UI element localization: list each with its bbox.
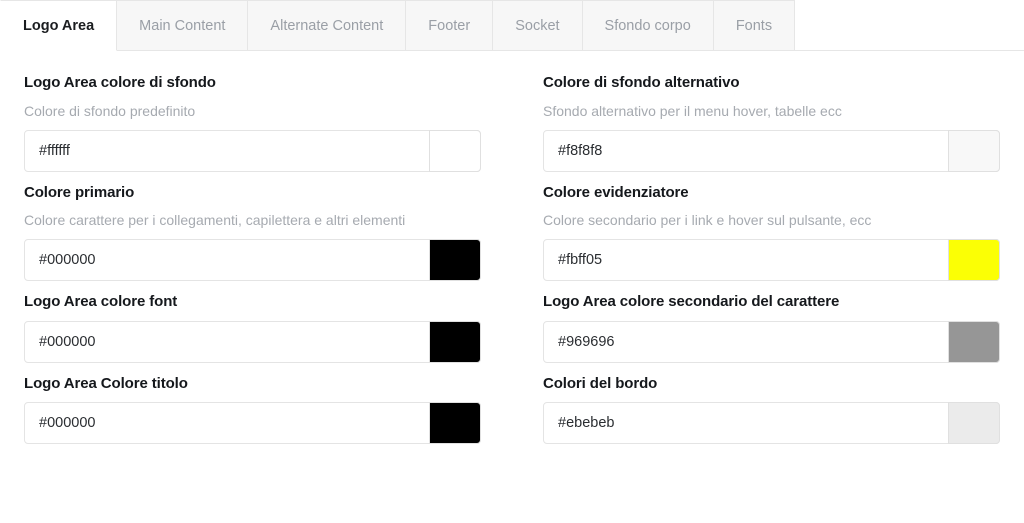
color-field-label: Logo Area colore secondario del caratter… (543, 293, 840, 311)
color-field-label: Logo Area colore di sfondo (24, 74, 216, 91)
color-field-description: Colore secondario per i link e hover sul… (543, 212, 872, 229)
tab-main-content[interactable]: Main Content (117, 0, 249, 51)
color-swatch-button[interactable] (429, 239, 481, 282)
tab-label: Socket (515, 17, 560, 34)
color-hex-input[interactable] (544, 403, 999, 444)
color-swatch-button[interactable] (948, 402, 1000, 445)
color-field: Logo Area colore secondario del caratter… (529, 292, 1014, 363)
color-swatch-button[interactable] (429, 402, 481, 445)
tab-label: Footer (428, 17, 471, 34)
color-field-label: Colore evidenziatore (543, 183, 689, 201)
left-settings-column: Logo Area colore di sfondo Colore di sfon… (10, 73, 495, 455)
color-input-group (543, 129, 1000, 172)
color-input-group (24, 239, 481, 282)
color-field-label: Logo Area colore font (24, 293, 178, 311)
tab-fonts[interactable]: Fonts (713, 0, 796, 51)
color-hex-input[interactable] (544, 240, 999, 281)
color-input-group (24, 129, 481, 172)
color-field: Logo Area colore di sfondo Colore di sfon… (10, 73, 495, 172)
tab-label: Alternate Content (270, 17, 384, 34)
tab-footer[interactable]: Footer (406, 0, 494, 51)
color-hex-input[interactable] (544, 130, 999, 171)
tab-logo-area[interactable]: Logo Area (0, 0, 118, 51)
color-input-group (24, 320, 481, 363)
color-hex-input[interactable] (544, 321, 999, 362)
color-settings-panel: Logo Area colore di sfondo Colore di sfon… (0, 51, 1024, 455)
color-field: Colori del bordo (529, 374, 1014, 445)
color-swatch-button[interactable] (948, 129, 1000, 172)
color-field-description: Sfondo alternativo per il menu hover, ta… (543, 102, 842, 119)
tab-sfondo-corpo[interactable]: Sfondo corpo (582, 0, 714, 51)
color-field-description: Colore carattere per i collegamenti, cap… (24, 212, 406, 229)
color-input-group (24, 402, 481, 445)
tab-label: Sfondo corpo (604, 17, 691, 34)
color-hex-input[interactable] (25, 403, 480, 444)
color-swatch-button[interactable] (948, 239, 1000, 282)
color-input-group (543, 320, 1000, 363)
tab-socket[interactable]: Socket (493, 0, 583, 51)
settings-tab-bar: Logo Area Main Content Alternate Content Fo… (0, 0, 1024, 51)
color-swatch-button[interactable] (429, 320, 481, 363)
color-field: Colore evidenziatore Colore secondario pe… (529, 183, 1014, 282)
color-field-label: Colore primario (24, 183, 135, 201)
tab-label: Main Content (139, 17, 226, 34)
tab-label: Fonts (735, 17, 773, 34)
tab-alternate-content[interactable]: Alternate Content (248, 0, 407, 51)
color-hex-input[interactable] (25, 240, 480, 281)
color-hex-input[interactable] (25, 321, 480, 362)
color-field-label: Logo Area Colore titolo (24, 374, 188, 392)
color-swatch-button[interactable] (429, 129, 481, 172)
color-field-label: Colori del bordo (543, 374, 658, 392)
color-hex-input[interactable] (25, 130, 480, 171)
tab-label: Logo Area (23, 17, 95, 34)
color-field: Logo Area Colore titolo (10, 374, 495, 445)
color-field: Colore di sfondo alternativo Sfondo alter… (529, 73, 1014, 172)
color-field: Colore primario Colore carattere per i co… (10, 183, 495, 282)
color-input-group (543, 239, 1000, 282)
color-swatch-button[interactable] (948, 320, 1000, 363)
color-field-label: Colore di sfondo alternativo (543, 74, 740, 91)
color-input-group (543, 402, 1000, 445)
color-field: Logo Area colore font (10, 292, 495, 363)
color-field-description: Colore di sfondo predefinito (24, 102, 196, 119)
right-settings-column: Colore di sfondo alternativo Sfondo alter… (529, 73, 1014, 455)
